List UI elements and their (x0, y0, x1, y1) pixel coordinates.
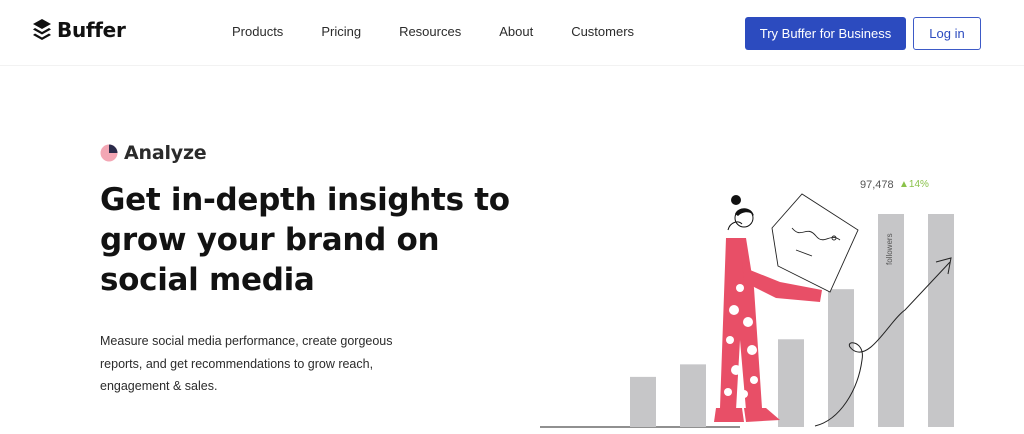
buffer-logo[interactable]: Buffer (32, 18, 126, 42)
analytics-illustration: followers (540, 193, 954, 428)
hero-subtext: Measure social media performance, create… (100, 334, 393, 393)
section-eyebrow: Analyze (100, 142, 207, 164)
hero-headline: Get in-depth insights to grow your brand… (100, 182, 510, 298)
report-paper (771, 193, 859, 293)
main-nav: Products Pricing Resources About Custome… (232, 24, 672, 39)
site-header: Buffer Products Pricing Resources About … (0, 0, 1024, 66)
buffer-stack-icon (33, 19, 51, 40)
chart-bar (778, 339, 804, 427)
nav-pricing[interactable]: Pricing (321, 24, 361, 39)
nav-products[interactable]: Products (232, 24, 283, 39)
chart-bar (928, 214, 954, 427)
log-in-button[interactable]: Log in (913, 17, 981, 50)
logo-text: Buffer (57, 18, 126, 42)
analytics-pie-icon (100, 144, 118, 162)
try-buffer-for-business-button[interactable]: Try Buffer for Business (745, 17, 906, 50)
bar-label: followers (885, 233, 894, 265)
chart-bar (680, 364, 706, 427)
nav-resources[interactable]: Resources (399, 24, 461, 39)
nav-customers[interactable]: Customers (571, 24, 634, 39)
chart-bar (828, 289, 854, 427)
eyebrow-label: Analyze (124, 142, 207, 164)
nav-about[interactable]: About (499, 24, 533, 39)
chart-bar (630, 376, 656, 427)
